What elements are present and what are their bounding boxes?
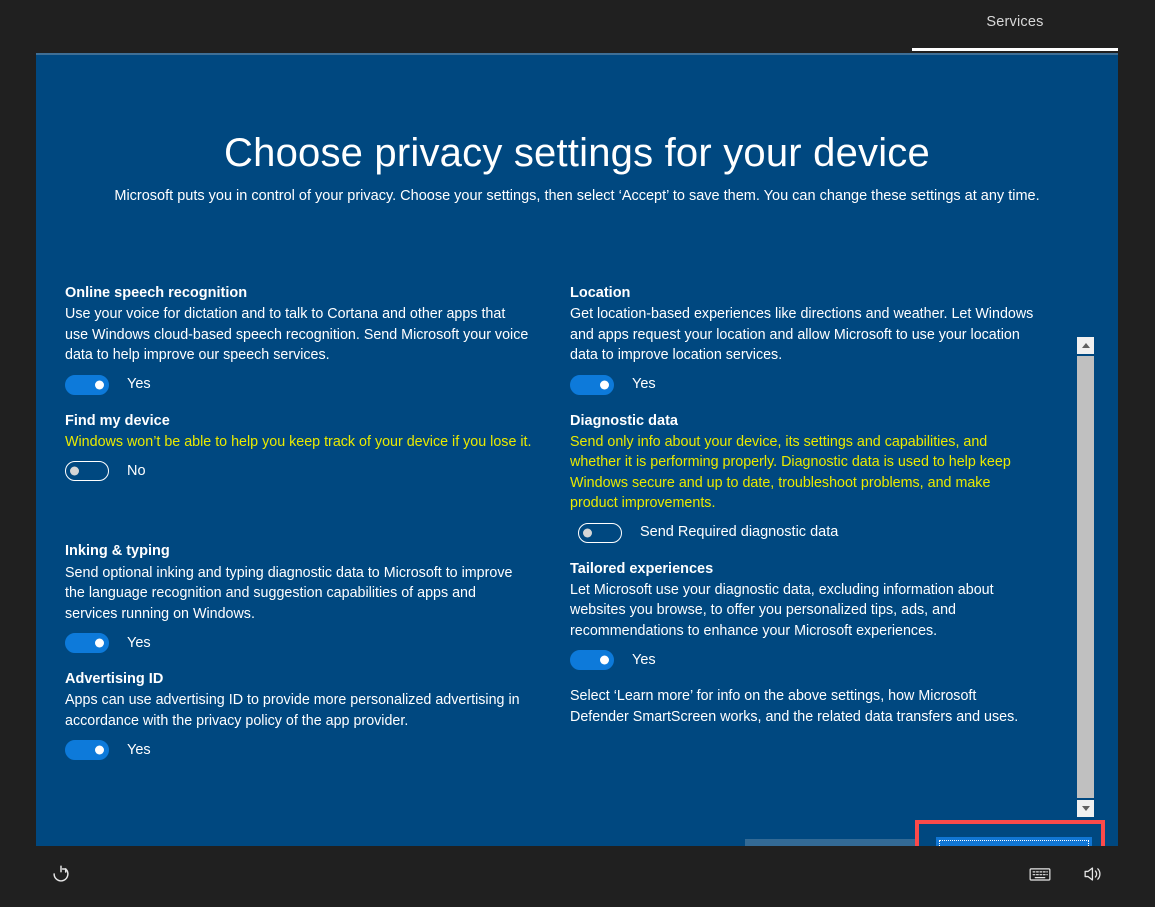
setting-title: Online speech recognition <box>65 285 248 301</box>
toggle-switch-find-my-device[interactable] <box>65 461 109 482</box>
setting-description: Let Microsoft use your diagnostic data, … <box>570 581 994 639</box>
page-title: Choose privacy settings for your device <box>224 131 930 175</box>
setting-diagnostic-data: Diagnostic data Send only info about you… <box>570 411 1035 543</box>
settings-scrollbar[interactable] <box>1077 337 1094 817</box>
toggle-switch-advertising-id[interactable] <box>65 740 109 761</box>
setting-inking-and-typing: Inking & typing Send optional inking and… <box>65 541 532 653</box>
toggle-row-find-my-device[interactable]: No <box>65 461 532 482</box>
tab-strip: Services <box>0 0 1155 53</box>
toggle-knob <box>583 528 592 538</box>
tab-active-underline <box>912 48 1118 51</box>
setting-description: Get location-based experiences like dire… <box>570 306 1034 364</box>
dialog-header: Choose privacy settings for your device … <box>36 55 1118 207</box>
setting-title: Advertising ID <box>65 670 164 687</box>
setting-tailored-experiences: Tailored experiences Let Microsoft use y… <box>570 559 1035 671</box>
power-icon[interactable] <box>45 858 77 890</box>
toggle-knob <box>95 380 104 390</box>
toggle-label: Yes <box>127 376 151 393</box>
toggle-label: Yes <box>632 652 656 669</box>
toggle-label: Send Required diagnostic data <box>640 524 839 541</box>
scrollbar-thumb[interactable] <box>1077 356 1094 798</box>
dialog-actions: Learn more Accept <box>36 787 1118 884</box>
tab-services-label: Services <box>986 13 1044 30</box>
privacy-settings-dialog: Choose privacy settings for your device … <box>36 53 1118 884</box>
toggle-switch-location[interactable] <box>570 374 614 395</box>
setting-description: Send optional inking and typing diagnost… <box>65 564 513 622</box>
setting-description: Windows won’t be able to help you keep t… <box>65 433 532 450</box>
settings-columns: Online speech recognition Use your voice… <box>65 283 1075 776</box>
setting-title: Location <box>570 285 631 301</box>
setting-description: Send only info about your device, its se… <box>570 433 1011 512</box>
setting-title: Find my device <box>65 412 170 429</box>
keyboard-icon[interactable] <box>1024 858 1056 890</box>
setting-location: Location Get location-based experiences … <box>570 283 1035 395</box>
toggle-row-tailored-experiences[interactable]: Yes <box>570 650 1035 671</box>
settings-footer-note: Select ‘Learn more’ for info on the abov… <box>570 688 1019 725</box>
setting-description: Use your voice for dictation and to talk… <box>65 306 529 364</box>
setting-find-my-device: Find my device Windows won’t be able to … <box>65 411 532 482</box>
toggle-row-advertising-id[interactable]: Yes <box>65 740 532 761</box>
toggle-switch-inking-and-typing[interactable] <box>65 632 109 653</box>
setting-advertising-id: Advertising ID Apps can use advertising … <box>65 669 532 761</box>
toggle-row-diagnostic-data[interactable]: Send Required diagnostic data <box>578 522 1035 543</box>
chevron-up-icon <box>1081 343 1090 348</box>
toggle-knob <box>70 466 79 476</box>
toggle-label: No <box>127 463 146 480</box>
setting-title: Inking & typing <box>65 543 170 560</box>
oobe-desktop-background: Services Choose privacy settings for you… <box>0 0 1155 907</box>
toggle-row-location[interactable]: Yes <box>570 374 1035 395</box>
setting-description: Apps can use advertising ID to provide m… <box>65 692 520 729</box>
toggle-knob <box>95 638 104 648</box>
toggle-label: Yes <box>127 741 151 758</box>
toggle-switch-tailored-experiences[interactable] <box>570 650 614 671</box>
oobe-taskbar <box>0 846 1155 907</box>
setting-title: Tailored experiences <box>570 560 714 577</box>
toggle-switch-online-speech-recognition[interactable] <box>65 374 109 395</box>
scrollbar-up-button[interactable] <box>1077 337 1094 354</box>
setting-online-speech-recognition: Online speech recognition Use your voice… <box>65 283 532 395</box>
toggle-row-inking-and-typing[interactable]: Yes <box>65 632 532 653</box>
settings-column-right: Location Get location-based experiences … <box>570 283 1075 776</box>
toggle-knob <box>600 380 609 390</box>
setting-title: Diagnostic data <box>570 412 678 429</box>
toggle-knob <box>95 745 104 755</box>
volume-icon[interactable] <box>1076 858 1108 890</box>
toggle-label: Yes <box>127 634 151 651</box>
page-subtitle: Microsoft puts you in control of your pr… <box>114 188 1040 204</box>
tab-services[interactable]: Services <box>912 0 1118 53</box>
settings-scroll-area: Online speech recognition Use your voice… <box>36 283 1118 817</box>
toggle-switch-diagnostic-data[interactable] <box>578 522 622 543</box>
toggle-label: Yes <box>632 376 656 393</box>
toggle-row-online-speech-recognition[interactable]: Yes <box>65 374 532 395</box>
settings-column-left: Online speech recognition Use your voice… <box>65 283 570 776</box>
toggle-knob <box>600 655 609 665</box>
